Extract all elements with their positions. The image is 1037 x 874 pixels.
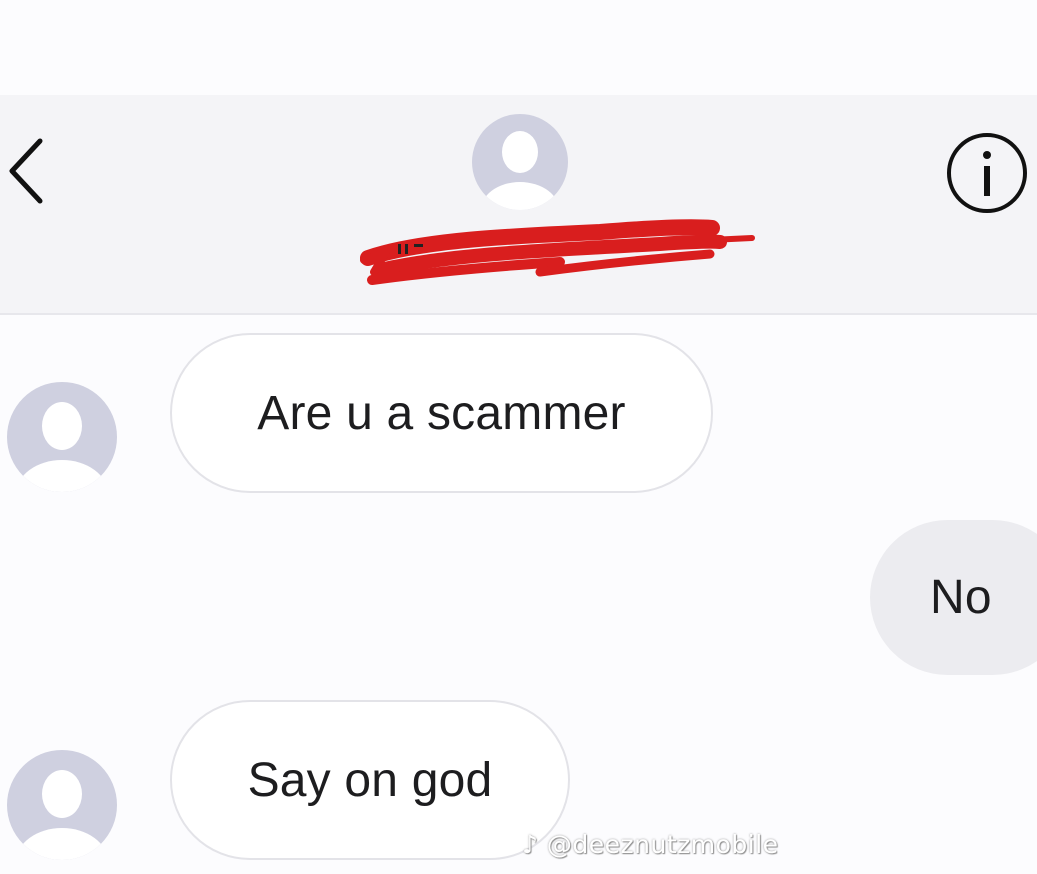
message-text: No [930,571,992,624]
sender-avatar[interactable] [5,748,119,862]
info-button[interactable] [941,127,1033,219]
message-bubble-incoming[interactable]: Say on god [170,700,570,860]
back-button[interactable] [0,135,52,215]
default-avatar-icon [472,114,568,210]
watermark: ♪ @deeznutzmobile [522,830,779,859]
default-avatar-icon [7,382,117,492]
message-bubble-outgoing[interactable]: No [870,520,1037,675]
redaction-scribble [360,214,755,296]
chat-screen: u Are u a scammer No [0,0,1037,874]
message-bubble-incoming[interactable]: Are u a scammer [170,333,713,493]
default-avatar-icon [7,750,117,860]
info-icon [947,133,1027,213]
contact-avatar[interactable] [470,112,570,212]
message-text: Are u a scammer [257,386,626,440]
chevron-left-icon [9,138,43,204]
sender-avatar[interactable] [5,380,119,494]
message-text: Say on god [247,753,493,807]
